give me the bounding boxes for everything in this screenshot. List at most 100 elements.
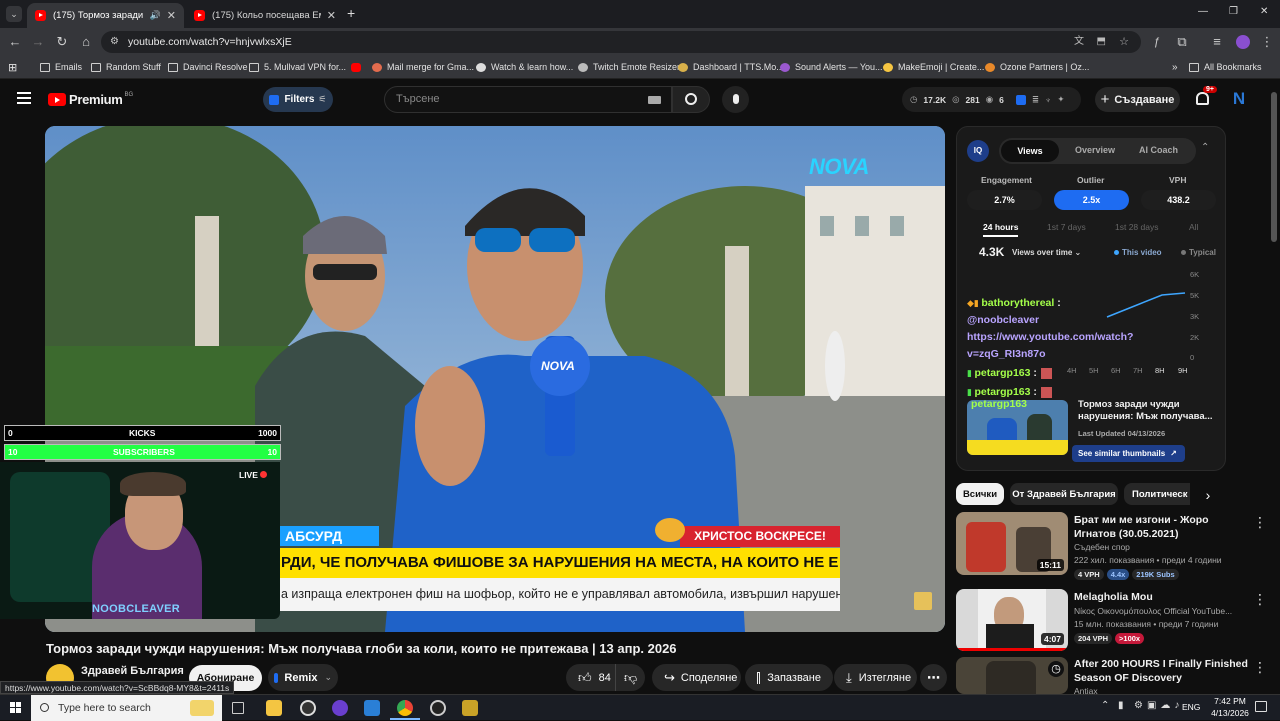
chip-all[interactable]: Всички xyxy=(956,483,1004,505)
page-scrollbar[interactable] xyxy=(1271,92,1277,242)
bookmark-star-icon[interactable]: ☆ xyxy=(1119,31,1129,53)
bookmark-twitch-emote[interactable]: Twitch Emote Resizer xyxy=(578,60,680,74)
notification-center-icon[interactable] xyxy=(1255,701,1267,712)
tab-ai-coach[interactable]: AI Coach xyxy=(1139,145,1178,155)
chat-link[interactable]: https://www.youtube.com/watch? xyxy=(967,329,1147,346)
similar-thumbnail[interactable]: petargp163 xyxy=(967,400,1068,455)
reload-icon[interactable]: ↻ xyxy=(53,33,71,51)
bookmark-makeemoji[interactable]: MakeEmoji | Create... xyxy=(883,60,984,74)
range-all[interactable]: All xyxy=(1189,222,1198,232)
more-actions-button[interactable]: ⋯ xyxy=(920,664,947,691)
rec-thumbnail[interactable]: 4:07 xyxy=(956,589,1068,651)
bookmark-emails[interactable]: Emails xyxy=(40,60,82,74)
tab-overview[interactable]: Overview xyxy=(1075,145,1115,155)
file-explorer-icon[interactable] xyxy=(266,700,282,716)
site-info-icon[interactable]: ⚙ xyxy=(110,31,119,53)
share-button[interactable]: ↪ Споделяне xyxy=(652,664,741,691)
see-similar-button[interactable]: See similar thumbnails ↗ xyxy=(1072,445,1185,462)
collapse-chevron-icon[interactable]: ⌃ xyxy=(1201,142,1209,153)
language-indicator[interactable]: ENG xyxy=(1182,702,1200,712)
bookmark-davinci[interactable]: Davinci Resolve xyxy=(168,60,248,74)
obs-icon[interactable] xyxy=(430,700,446,716)
taskbar-search-input[interactable]: Type here to search xyxy=(31,695,222,721)
tab-close-icon[interactable]: ✕ xyxy=(167,9,176,22)
views-over-time-dropdown[interactable]: Views over time ⌄ xyxy=(1012,248,1081,257)
bookmark-random-stuff[interactable]: Random Stuff xyxy=(91,60,161,74)
bookmark-mullvad[interactable]: 5. Mullvad VPN for... xyxy=(249,60,346,74)
home-icon[interactable]: ⌂ xyxy=(77,33,95,51)
list-icon[interactable]: ≣ xyxy=(1032,94,1039,105)
bookmark-watch-learn[interactable]: Watch & learn how... xyxy=(476,60,573,74)
tray-icons[interactable]: ⚙▣☁♪ xyxy=(1134,700,1183,711)
download-button[interactable]: ⤓ Изтегляне xyxy=(834,664,917,691)
menu-icon[interactable]: ⋮ xyxy=(1258,33,1276,51)
chrome-alt-icon[interactable] xyxy=(332,700,348,716)
sparkle-icon[interactable]: ✦ xyxy=(1057,94,1064,105)
more-bookmarks-icon[interactable]: » xyxy=(1172,60,1178,74)
tab-close-icon[interactable]: ✕ xyxy=(327,9,336,22)
vscode-icon[interactable] xyxy=(364,700,380,716)
apps-icon[interactable]: ⊞ xyxy=(8,60,17,74)
watch-later-icon[interactable]: ◷ xyxy=(1048,661,1064,677)
restore-button[interactable]: ❐ xyxy=(1229,6,1238,17)
tab-video-second[interactable]: (175) Кольо посещава Емо в т ✕ xyxy=(186,3,344,28)
start-button-icon[interactable] xyxy=(10,702,21,713)
new-tab-button[interactable]: + xyxy=(347,5,355,21)
range-24-hours[interactable]: 24 hours xyxy=(983,222,1019,237)
chat-link-cont[interactable]: v=zqG_RI3n87o xyxy=(967,346,1147,363)
bookmark-mail-merge[interactable]: Mail merge for Gma... xyxy=(372,60,474,74)
dislike-button[interactable]: 👎︎ xyxy=(615,664,645,691)
search-input[interactable]: Търсене xyxy=(384,86,672,113)
all-bookmarks[interactable]: All Bookmarks xyxy=(1189,60,1262,74)
game-icon[interactable] xyxy=(462,700,478,716)
chips-next-icon[interactable]: › xyxy=(1197,484,1219,506)
translate-icon[interactable]: 文 xyxy=(1074,31,1084,53)
channel-name[interactable]: Здравей България xyxy=(81,665,184,677)
reading-list-icon[interactable]: ≡ xyxy=(1208,33,1226,51)
forward-icon[interactable]: → xyxy=(29,33,47,51)
rec-more-icon[interactable]: ⋮ xyxy=(1253,591,1267,608)
extensions-icon[interactable]: ⧉ xyxy=(1173,33,1191,51)
clock-date[interactable]: 4/13/2026 xyxy=(1205,708,1255,718)
clock-time[interactable]: 7:42 PM xyxy=(1210,696,1250,706)
rec-more-icon[interactable]: ⋮ xyxy=(1253,659,1267,676)
remix-button[interactable]: Remix ⌄ xyxy=(268,664,338,691)
rec-thumbnail[interactable]: ◷ xyxy=(956,657,1068,694)
search-button[interactable] xyxy=(672,86,710,113)
vidiq-icon[interactable] xyxy=(1015,94,1026,105)
chip-channel[interactable]: От Здравей България xyxy=(1010,483,1118,505)
install-icon[interactable]: ⬒ xyxy=(1097,31,1106,53)
task-view-icon[interactable] xyxy=(232,702,244,714)
recommendation-item[interactable]: ◷ After 200 HOURS I Finally Finished Sea… xyxy=(956,657,1271,694)
range-first-7-days[interactable]: 1st 7 days xyxy=(1047,222,1086,232)
recommendation-item[interactable]: 4:07 Melagholia Mou Νίκος Οικονομόπουλος… xyxy=(956,589,1271,657)
bookmark-sound-alerts[interactable]: Sound Alerts — You... xyxy=(780,60,883,74)
youtube-logo[interactable]: Premium BG xyxy=(48,92,133,107)
vidiq-filters-button[interactable]: Filters ⚟ xyxy=(263,87,333,112)
tray-chevron-icon[interactable]: ⌃ xyxy=(1101,700,1109,711)
bookmark-ozone[interactable]: Ozone Partners | Oz... xyxy=(985,60,1089,74)
bookmark-youtube[interactable] xyxy=(351,60,366,74)
chip-politics[interactable]: Политическ xyxy=(1124,483,1190,505)
trophy-icon[interactable]: ♆ xyxy=(1045,95,1051,105)
account-avatar[interactable]: N xyxy=(1229,89,1249,111)
rec-more-icon[interactable]: ⋮ xyxy=(1253,514,1267,531)
like-button[interactable]: 👍︎ 84 xyxy=(566,664,615,691)
mic-tray-icon[interactable]: ▮ xyxy=(1118,700,1124,711)
create-button[interactable]: + Създаване xyxy=(1095,87,1180,112)
tab-search-button[interactable]: ⌄ xyxy=(6,6,22,22)
tab-views[interactable]: Views xyxy=(1001,140,1059,162)
vidiq-badge[interactable]: IQ xyxy=(967,140,989,162)
app-icon[interactable] xyxy=(300,700,316,716)
keyboard-icon[interactable] xyxy=(648,96,661,104)
minimize-button[interactable]: — xyxy=(1198,6,1208,17)
profile-avatar[interactable] xyxy=(1236,35,1250,49)
tab-video-active[interactable]: (175) Тормоз заради чужд 🔊 ✕ xyxy=(27,3,184,28)
back-icon[interactable]: ← xyxy=(6,33,24,51)
hamburger-menu-icon[interactable] xyxy=(17,92,31,104)
voice-search-button[interactable] xyxy=(722,86,749,113)
close-window-button[interactable]: ✕ xyxy=(1260,6,1268,17)
extension-f-icon[interactable]: ƒ xyxy=(1148,33,1166,51)
rec-thumbnail[interactable]: 15:11 xyxy=(956,512,1068,575)
save-button[interactable]: Запазване xyxy=(745,664,833,691)
